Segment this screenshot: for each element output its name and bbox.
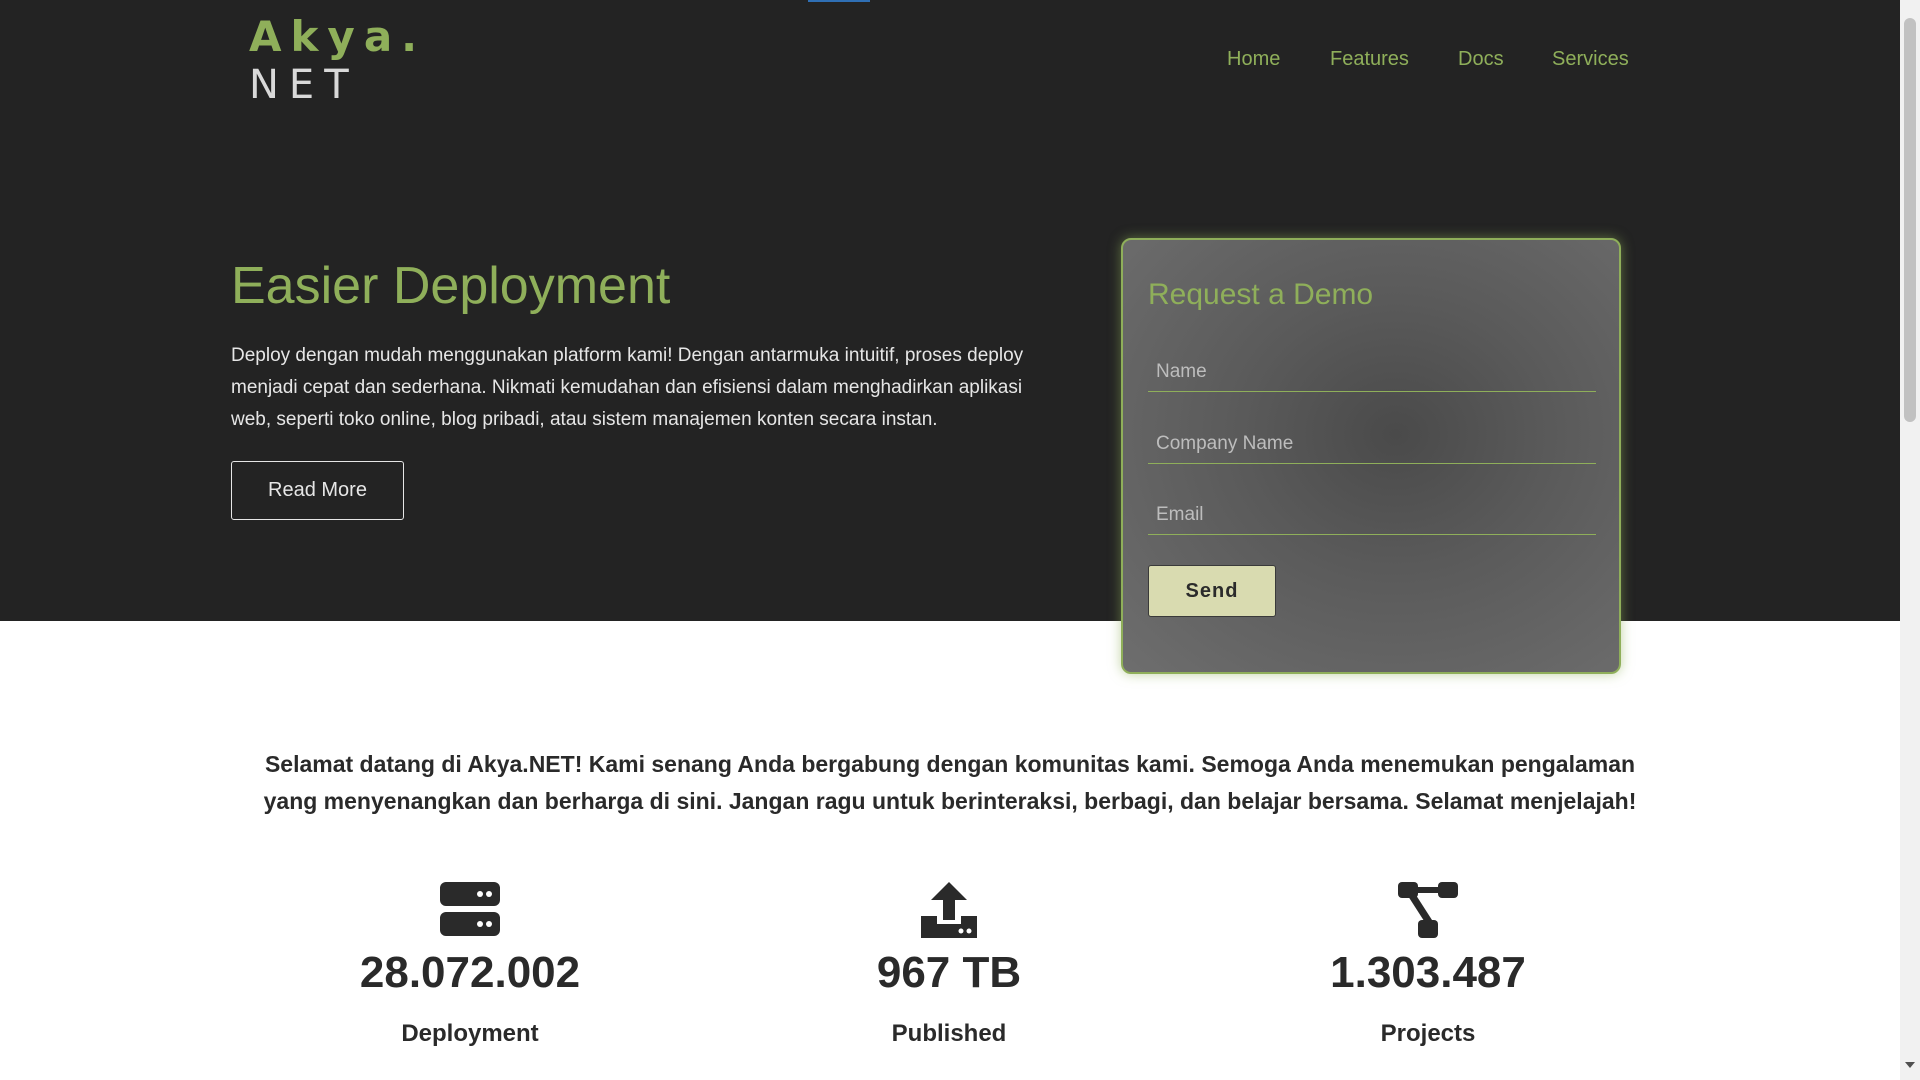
hero-title: Easier Deployment xyxy=(231,257,671,315)
nav-services-link[interactable]: Services xyxy=(1552,48,1629,71)
hero-description: Deploy dengan mudah menggunakan platform… xyxy=(231,345,1024,430)
scrollbar-thumb[interactable] xyxy=(1904,18,1916,422)
send-button[interactable]: Send xyxy=(1148,565,1276,617)
scroll-down-arrow-icon[interactable] xyxy=(1905,1062,1915,1068)
demo-form-title: Request a Demo xyxy=(1148,278,1374,311)
stat-label: Published xyxy=(891,1020,1007,1047)
request-demo-card: Request a Demo Send xyxy=(1121,238,1621,674)
stat-deployment: 28.072.002 Deployment xyxy=(320,880,620,1048)
name-input[interactable] xyxy=(1148,352,1596,392)
nav-features-link[interactable]: Features xyxy=(1330,48,1409,71)
page-scrollbar[interactable] xyxy=(1900,0,1920,1080)
brand-logo[interactable]: Akya. NET xyxy=(249,12,426,108)
logo-top-text: Akya. xyxy=(249,12,427,61)
stat-value: 1.303.487 xyxy=(1330,948,1526,997)
nav-docs-link[interactable]: Docs xyxy=(1458,48,1504,71)
email-input[interactable] xyxy=(1148,495,1596,535)
stat-label: Deployment xyxy=(401,1020,539,1047)
top-accent-bar xyxy=(808,0,870,2)
upload-icon xyxy=(921,882,977,938)
stat-projects: 1.303.487 Projects xyxy=(1278,880,1578,1048)
stat-published: 967 TB Published xyxy=(799,880,1099,1048)
diagram-icon xyxy=(1398,882,1458,938)
stat-value: 967 TB xyxy=(876,948,1022,997)
welcome-message: Selamat datang di Akya.NET! Kami senang … xyxy=(263,751,1637,814)
stat-label: Projects xyxy=(1380,1020,1476,1047)
stat-value: 28.072.002 xyxy=(359,948,581,997)
logo-bottom-text: NET xyxy=(249,62,359,108)
server-icon xyxy=(440,882,500,936)
read-more-button[interactable]: Read More xyxy=(231,461,404,520)
nav-home-link[interactable]: Home xyxy=(1227,48,1280,71)
company-name-input[interactable] xyxy=(1148,424,1596,464)
